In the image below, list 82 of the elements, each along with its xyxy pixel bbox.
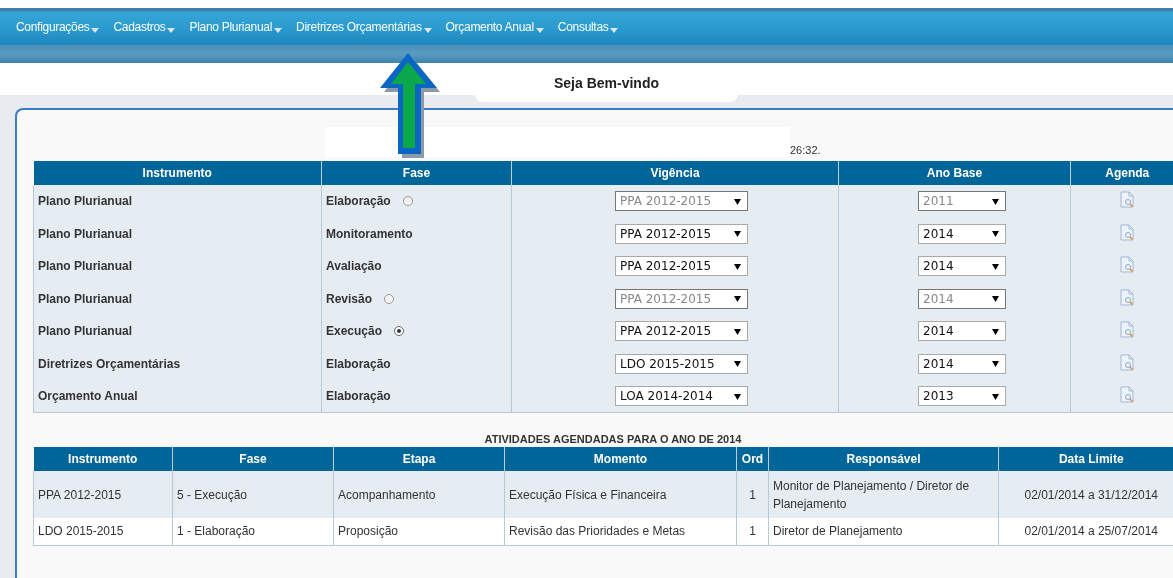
table-cell: Plano Plurianual (33, 217, 322, 250)
table-cell: 5 - Execução (172, 471, 334, 518)
timestamp-text: 26:32. (790, 144, 821, 156)
dropdown-arrow-icon (992, 295, 999, 303)
dropdown-arrow-icon (992, 360, 999, 368)
term-dropdown[interactable]: LOA 2014-2014 (615, 386, 748, 406)
column-header: Momento (504, 447, 737, 471)
term-dropdown[interactable]: LDO 2015-2015 (615, 353, 748, 374)
phase-label: Avaliação (326, 259, 382, 274)
caret-icon (610, 27, 619, 33)
table-cell: Acompanhamento (333, 471, 505, 518)
radio-button[interactable] (394, 326, 405, 337)
term-dropdown[interactable]: PPA 2012-2015 (615, 256, 748, 277)
dropdown-arrow-icon (734, 262, 741, 270)
dropdown-arrow-icon (734, 392, 741, 400)
document-icon[interactable] (1120, 256, 1135, 274)
dropdown-arrow-icon (992, 262, 999, 270)
dropdown-arrow-icon (992, 327, 999, 335)
document-icon[interactable] (1120, 223, 1135, 241)
column-header: Ano Base (838, 161, 1071, 185)
year-dropdown[interactable]: 2014 (918, 256, 1006, 277)
year-dropdown[interactable]: 2013 (918, 386, 1006, 406)
column-header: Ord (736, 447, 769, 471)
table-cell: Diretrizes Orçamentárias (33, 347, 322, 380)
column-header: Fase (321, 161, 512, 185)
table-cell: 02/01/2014 a 31/12/2014 (998, 471, 1173, 518)
dropdown-arrow-icon (992, 230, 999, 238)
table-cell: Plano Plurianual (33, 185, 322, 218)
year-dropdown[interactable]: 2014 (918, 223, 1006, 244)
table-cell: LDO 2015-2015 (33, 518, 173, 545)
dropdown-arrow-icon (992, 392, 999, 400)
table-cell: 02/01/2014 a 25/07/2014 (998, 518, 1173, 545)
term-dropdown[interactable]: PPA 2012-2015 (615, 321, 748, 342)
table-cell: Monitor de Planejamento / Diretor de Planejamento (768, 471, 999, 518)
dropdown-arrow-icon (734, 197, 741, 205)
dropdown-arrow-icon (734, 360, 741, 368)
caret-icon (91, 27, 100, 33)
column-header: Instrumento (33, 161, 322, 185)
dropdown-arrow-icon (992, 197, 999, 205)
phase-label: Execução (326, 324, 383, 339)
column-header: Data Limite (998, 447, 1173, 471)
dropdown-arrow-icon (734, 295, 741, 303)
caret-icon (167, 27, 176, 33)
table-cell: Execução Física e Financeira (504, 471, 737, 518)
table-cell: 1 (736, 471, 769, 518)
phase-label: Revisão (326, 291, 373, 306)
caret-icon (274, 27, 283, 33)
radio-button[interactable] (402, 196, 413, 207)
column-header: Fase (172, 447, 334, 471)
column-header: Etapa (333, 447, 505, 471)
table-cell: 1 - Elaboração (172, 518, 334, 545)
document-icon[interactable] (1120, 353, 1135, 371)
dropdown-arrow-icon (734, 327, 741, 335)
table-cell: Plano Plurianual (33, 282, 322, 315)
table-cell: Proposição (333, 518, 505, 545)
phase-label: Elaboração (326, 356, 391, 371)
dropdown-arrow-icon (734, 230, 741, 238)
term-dropdown[interactable]: PPA 2012-2015 (615, 223, 748, 244)
table-cell: Orçamento Anual (33, 380, 322, 413)
table-cell: Revisão das Prioridades e Metas (504, 518, 737, 545)
document-icon[interactable] (1120, 288, 1135, 306)
column-header: Responsável (768, 447, 999, 471)
phase-label: Elaboração (326, 389, 391, 403)
phase-label: Elaboração (326, 194, 391, 209)
table-cell: 1 (736, 518, 769, 545)
column-header: Agenda (1070, 161, 1173, 185)
year-dropdown[interactable]: 2014 (918, 321, 1006, 342)
document-icon[interactable] (1120, 191, 1135, 209)
table-cell: Plano Plurianual (33, 315, 322, 348)
table-cell: PPA 2012-2015 (33, 471, 173, 518)
document-icon[interactable] (1120, 386, 1135, 403)
radio-button[interactable] (384, 293, 395, 304)
column-header: Instrumento (33, 447, 173, 471)
year-dropdown[interactable]: 2014 (918, 353, 1006, 374)
table-cell: Diretor de Planejamento (768, 518, 999, 545)
caret-icon (535, 27, 544, 33)
phase-label: Monitoramento (326, 226, 413, 241)
caret-icon (423, 27, 432, 33)
section-title: ATIVIDADES AGENDADAS PARA O ANO DE 2014 (483, 432, 743, 446)
column-header: Vigência (511, 161, 839, 185)
document-icon[interactable] (1120, 321, 1135, 339)
table-cell: Plano Plurianual (33, 250, 322, 283)
